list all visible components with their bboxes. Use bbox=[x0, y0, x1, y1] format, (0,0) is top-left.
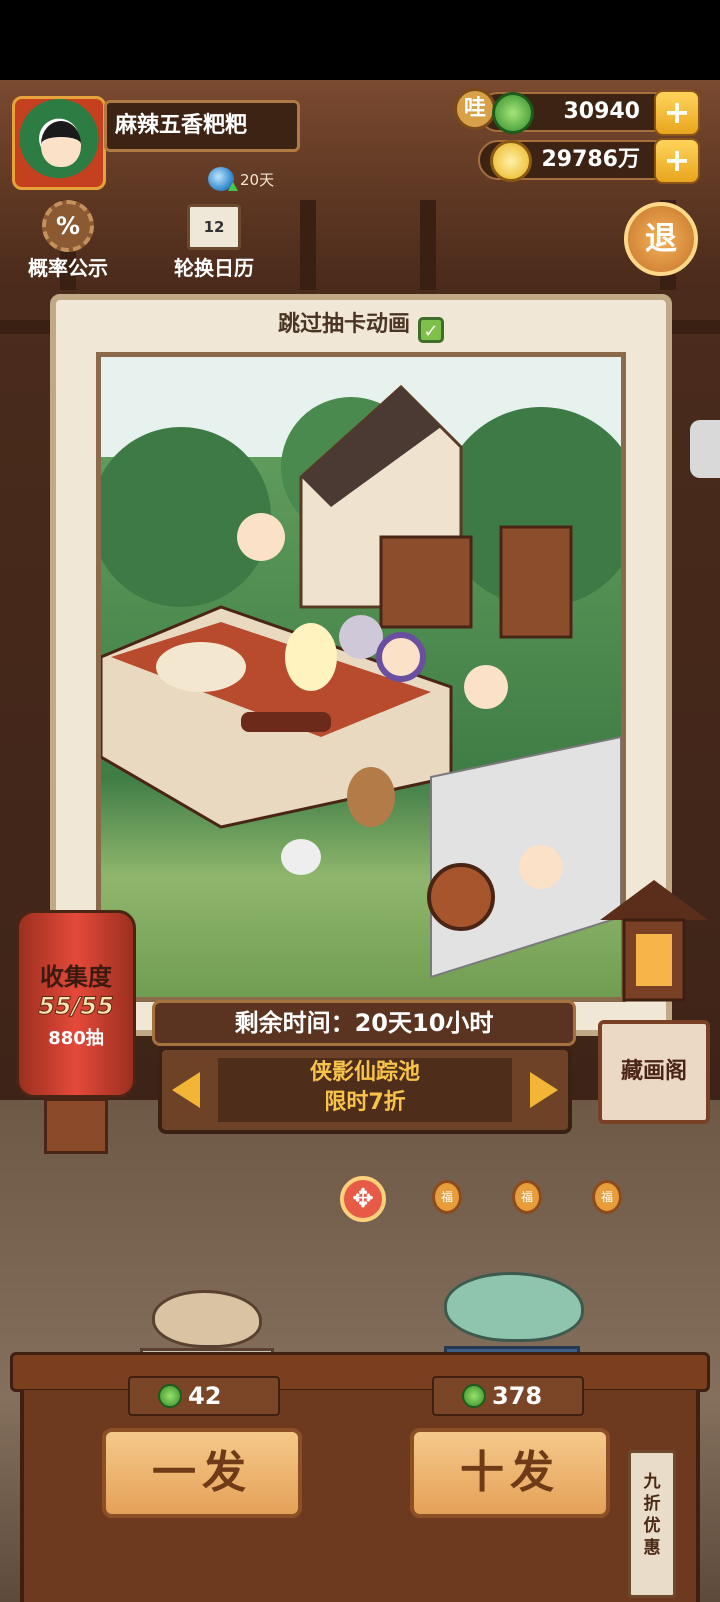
jade-coin-icon bbox=[462, 1384, 486, 1408]
pager-dot-active[interactable]: ✥ bbox=[340, 1176, 386, 1222]
skip-animation-toggle[interactable]: 跳过抽卡动画 ✓ bbox=[56, 306, 666, 343]
next-pool-arrow-icon[interactable] bbox=[530, 1072, 558, 1108]
calendar-icon: 12 bbox=[187, 204, 241, 250]
rafter bbox=[300, 200, 316, 290]
ten-draw-button[interactable]: 十发 bbox=[410, 1428, 610, 1518]
gold-value: 29786万 bbox=[541, 147, 640, 172]
lantern-stand bbox=[44, 1098, 108, 1154]
pool-discount: 限时7折 bbox=[324, 1090, 406, 1115]
prev-pool-arrow-icon[interactable] bbox=[172, 1072, 200, 1108]
jade-coin-icon bbox=[158, 1384, 182, 1408]
tag-char: 九 bbox=[643, 1472, 661, 1492]
collection-progress: 55/55 bbox=[38, 992, 115, 1021]
discount-tag: 九 折 优 惠 bbox=[628, 1450, 676, 1598]
pavilion-lamp-icon bbox=[600, 880, 708, 1002]
checkbox-checked-icon[interactable]: ✓ bbox=[418, 317, 444, 343]
collection-lantern[interactable]: 收集度 55/55 880抽 bbox=[16, 910, 136, 1098]
jade-coin-icon bbox=[492, 92, 534, 134]
crystal-ball-icon bbox=[208, 167, 238, 191]
pager-dot[interactable]: 福 bbox=[432, 1180, 462, 1214]
pool-name: 侠影仙踪池 bbox=[309, 1060, 420, 1085]
jade-label-icon: 哇 bbox=[454, 88, 496, 130]
add-jade-button[interactable]: + bbox=[654, 90, 700, 136]
pager-dot[interactable]: 福 bbox=[592, 1180, 622, 1214]
pool-selector: 侠影仙踪池 限时7折 bbox=[158, 1046, 572, 1134]
pool-illustration bbox=[96, 352, 626, 1002]
add-gold-button[interactable]: + bbox=[654, 138, 700, 184]
tag-char: 优 bbox=[643, 1516, 661, 1536]
pufferfish-icon bbox=[152, 1290, 262, 1348]
pool-info: 侠影仙踪池 限时7折 bbox=[218, 1058, 512, 1122]
exit-button[interactable]: 退 bbox=[624, 202, 698, 276]
probability-button[interactable]: % 概率公示 bbox=[18, 200, 118, 281]
player-avatar[interactable] bbox=[12, 96, 106, 190]
rafter bbox=[420, 200, 436, 290]
gacha-screen: 麻辣五香粑粑 20天 30940 + 哇 29786万 + % 概率公示 12 … bbox=[0, 0, 720, 1602]
skip-animation-label: 跳过抽卡动画 bbox=[277, 312, 410, 337]
tag-char: 折 bbox=[643, 1494, 661, 1514]
pool-showcase-panel: 跳过抽卡动画 ✓ bbox=[50, 294, 672, 1036]
single-cost-value: 42 bbox=[188, 1382, 222, 1410]
counter-top bbox=[10, 1352, 710, 1392]
ten-cost-value: 378 bbox=[492, 1382, 543, 1410]
gallery-button[interactable]: 藏画阁 bbox=[598, 1020, 710, 1124]
side-tab-handle[interactable] bbox=[690, 420, 720, 478]
ten-draw-cost: 378 bbox=[432, 1376, 584, 1416]
percent-icon: % bbox=[42, 200, 94, 252]
avatar-face bbox=[41, 121, 81, 167]
pager-dot[interactable]: 福 bbox=[512, 1180, 542, 1214]
fish-icon bbox=[444, 1272, 584, 1342]
single-draw-button[interactable]: 一发 bbox=[102, 1428, 302, 1518]
tag-char: 惠 bbox=[643, 1538, 661, 1558]
player-name: 麻辣五香粑粑 bbox=[104, 100, 300, 152]
collection-draws: 880抽 bbox=[48, 1028, 104, 1049]
days-value: 20天 bbox=[240, 170, 275, 189]
collection-label: 收集度 bbox=[40, 963, 112, 991]
probability-label: 概率公示 bbox=[28, 256, 108, 280]
jade-value: 30940 bbox=[563, 99, 640, 124]
kitchen-scene-image bbox=[101, 384, 621, 979]
calendar-button[interactable]: 12 轮换日历 bbox=[164, 200, 264, 281]
remaining-time: 剩余时间：20天10小时 bbox=[152, 1000, 576, 1046]
status-bar bbox=[0, 0, 720, 80]
days-indicator: 20天 bbox=[208, 164, 274, 194]
gold-coin-icon bbox=[490, 140, 532, 182]
calendar-label: 轮换日历 bbox=[174, 256, 254, 280]
single-draw-cost: 42 bbox=[128, 1376, 280, 1416]
